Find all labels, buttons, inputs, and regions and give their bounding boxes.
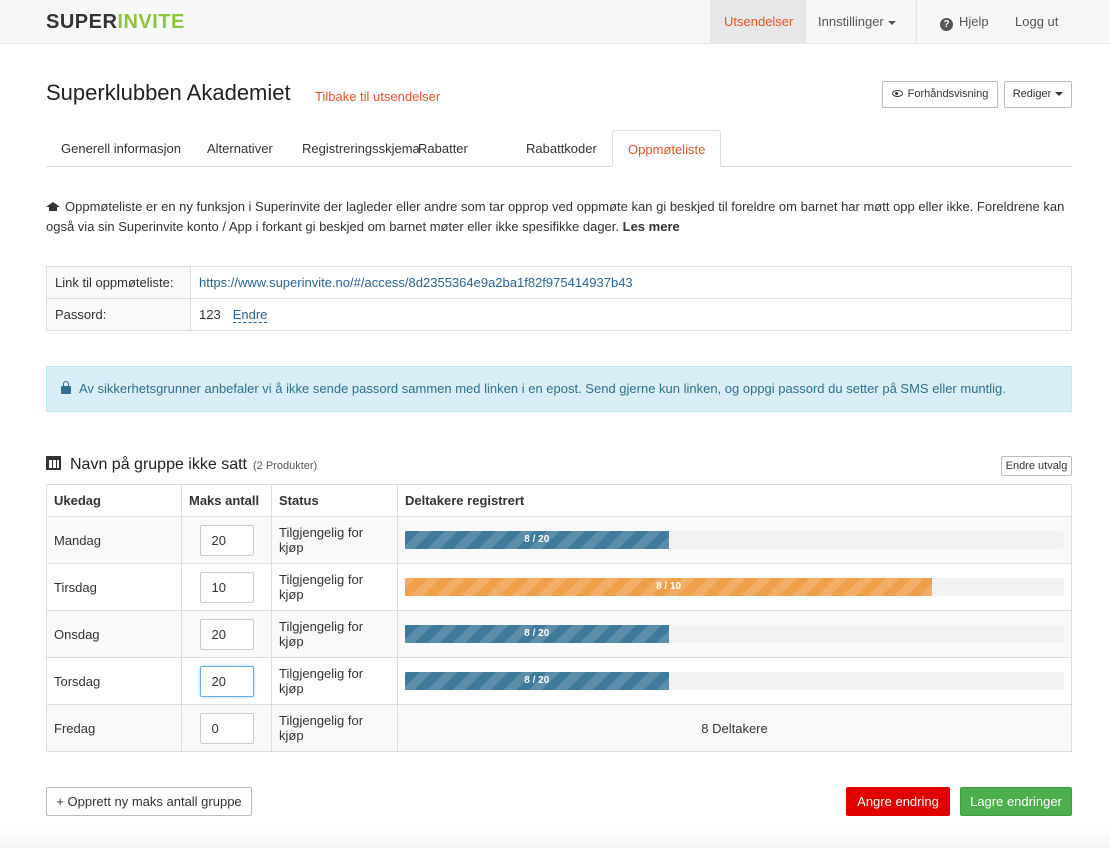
column-header: Maks antall (181, 484, 272, 517)
superinvite-logo[interactable]: SUPERINVITE (46, 11, 185, 34)
progress-fill: 8 / 20 (405, 625, 669, 643)
max-quantity-input[interactable] (199, 665, 254, 697)
chevron-down-icon (1055, 92, 1064, 97)
nav-logout[interactable]: Logg ut (1001, 0, 1072, 44)
password-value: 123 (199, 307, 221, 322)
top-navbar: SUPERINVITE Utsendelser Innstillinger ? H… (0, 0, 1110, 44)
attendance-table: Ukedag Maks antall Status Deltakere regi… (46, 484, 1072, 752)
max-quantity-input[interactable] (199, 712, 254, 744)
save-changes-button[interactable]: Lagre endringer (960, 787, 1072, 816)
password-label: Passord: (46, 298, 191, 331)
table-row: Fredag Tilgjengelig for kjøp 8 Deltakere (46, 704, 1072, 752)
attendance-info: Oppmøteliste er en ny funksjon i Superin… (46, 199, 1065, 234)
tab-rabatter[interactable]: Rabatter (403, 130, 483, 167)
progress-bar: 8 / 10 (405, 578, 1064, 596)
read-more-link[interactable]: Les mere (623, 219, 680, 234)
tab-generell-informasjon[interactable]: Generell informasjon (46, 130, 196, 167)
nav-hjelp[interactable]: ? Hjelp (926, 0, 1003, 44)
link-cell: https://www.superinvite.no/#/access/8d23… (190, 266, 1072, 299)
progress-bar: 8 / 20 (405, 672, 1064, 690)
eye-icon (891, 90, 903, 97)
max-cell (181, 657, 272, 705)
status-cell: Tilgjengelig for kjøp (271, 516, 398, 564)
progress-fill: 8 / 20 (405, 531, 669, 549)
nav-utsendelser[interactable]: Utsendelser (710, 0, 805, 44)
weekday-cell: Mandag (46, 516, 182, 564)
status-cell: Tilgjengelig for kjøp (271, 610, 398, 658)
participants-cell: 8 / 20 (397, 610, 1072, 658)
column-header: Status (271, 484, 398, 517)
attendance-link[interactable]: https://www.superinvite.no/#/access/8d23… (199, 275, 633, 290)
edit-dropdown-button[interactable]: Rediger (1004, 81, 1072, 108)
max-cell (181, 610, 272, 658)
table-row: Torsdag Tilgjengelig for kjøp 8 / 20 (46, 657, 1072, 705)
progress-bar: 8 / 20 (405, 625, 1064, 643)
table-row: Onsdag Tilgjengelig for kjøp 8 / 20 (46, 610, 1072, 658)
nav-innstillinger[interactable]: Innstillinger (804, 0, 910, 44)
max-cell (181, 563, 272, 611)
max-quantity-input[interactable] (199, 524, 254, 556)
calendar-icon (46, 456, 61, 470)
group-product-count: (2 Produkter) (253, 460, 318, 472)
chevron-down-icon (887, 20, 896, 25)
progress-bar: 8 / 20 (405, 531, 1064, 549)
max-quantity-input[interactable] (199, 618, 254, 650)
graduation-cap-icon (46, 202, 60, 211)
lock-icon (61, 381, 71, 394)
progress-fill: 8 / 10 (405, 578, 933, 596)
column-header: Deltakere registrert (397, 484, 1072, 517)
change-selection-button[interactable]: Endre utvalg (1001, 456, 1072, 476)
column-header: Ukedag (46, 484, 182, 517)
link-label: Link til oppmøteliste: (46, 266, 191, 299)
undo-changes-button[interactable]: Angre endring (846, 787, 950, 816)
tab-oppmoteliste[interactable]: Oppmøteliste (612, 130, 722, 167)
group-title: Navn på gruppe ikke satt (70, 456, 247, 473)
participants-cell: 8 Deltakere (397, 704, 1072, 752)
question-circle-icon: ? (940, 18, 953, 31)
preview-button[interactable]: Forhåndsvisning (882, 81, 998, 108)
participants-cell: 8 / 10 (397, 563, 1072, 611)
participants-cell: 8 / 20 (397, 657, 1072, 705)
max-cell (181, 704, 272, 752)
tab-alternativer[interactable]: Alternativer (192, 130, 288, 167)
table-row: Tirsdag Tilgjengelig for kjøp 8 / 10 (46, 563, 1072, 611)
back-to-campaigns-link[interactable]: Tilbake til utsendelser (315, 89, 440, 104)
weekday-cell: Torsdag (46, 657, 182, 705)
status-cell: Tilgjengelig for kjøp (271, 704, 398, 752)
participants-cell: 8 / 20 (397, 516, 1072, 564)
footer-shade (0, 828, 1110, 848)
tab-rabattkoder[interactable]: Rabattkoder (511, 130, 612, 167)
weekday-cell: Fredag (46, 704, 182, 752)
progress-fill: 8 / 20 (405, 672, 669, 690)
page-title: Superklubben Akademiet (46, 80, 291, 105)
status-cell: Tilgjengelig for kjøp (271, 657, 398, 705)
password-cell: 123 Endre (190, 298, 1072, 331)
change-password-link[interactable]: Endre (232, 307, 268, 323)
max-cell (181, 516, 272, 564)
create-max-group-button[interactable]: + Opprett ny maks antall gruppe (46, 787, 252, 816)
tab-bar: Generell informasjon Alternativer Regist… (46, 130, 1072, 167)
access-table: Link til oppmøteliste: https://www.super… (46, 266, 1072, 331)
security-alert: Av sikkerhetsgrunner anbefaler vi å ikke… (46, 366, 1072, 412)
table-row: Mandag Tilgjengelig for kjøp 8 / 20 (46, 516, 1072, 564)
status-cell: Tilgjengelig for kjøp (271, 563, 398, 611)
weekday-cell: Onsdag (46, 610, 182, 658)
nav-divider (916, 0, 917, 44)
max-quantity-input[interactable] (199, 571, 254, 603)
weekday-cell: Tirsdag (46, 563, 182, 611)
group-header: Navn på gruppe ikke satt (2 Produkter) (46, 456, 317, 474)
